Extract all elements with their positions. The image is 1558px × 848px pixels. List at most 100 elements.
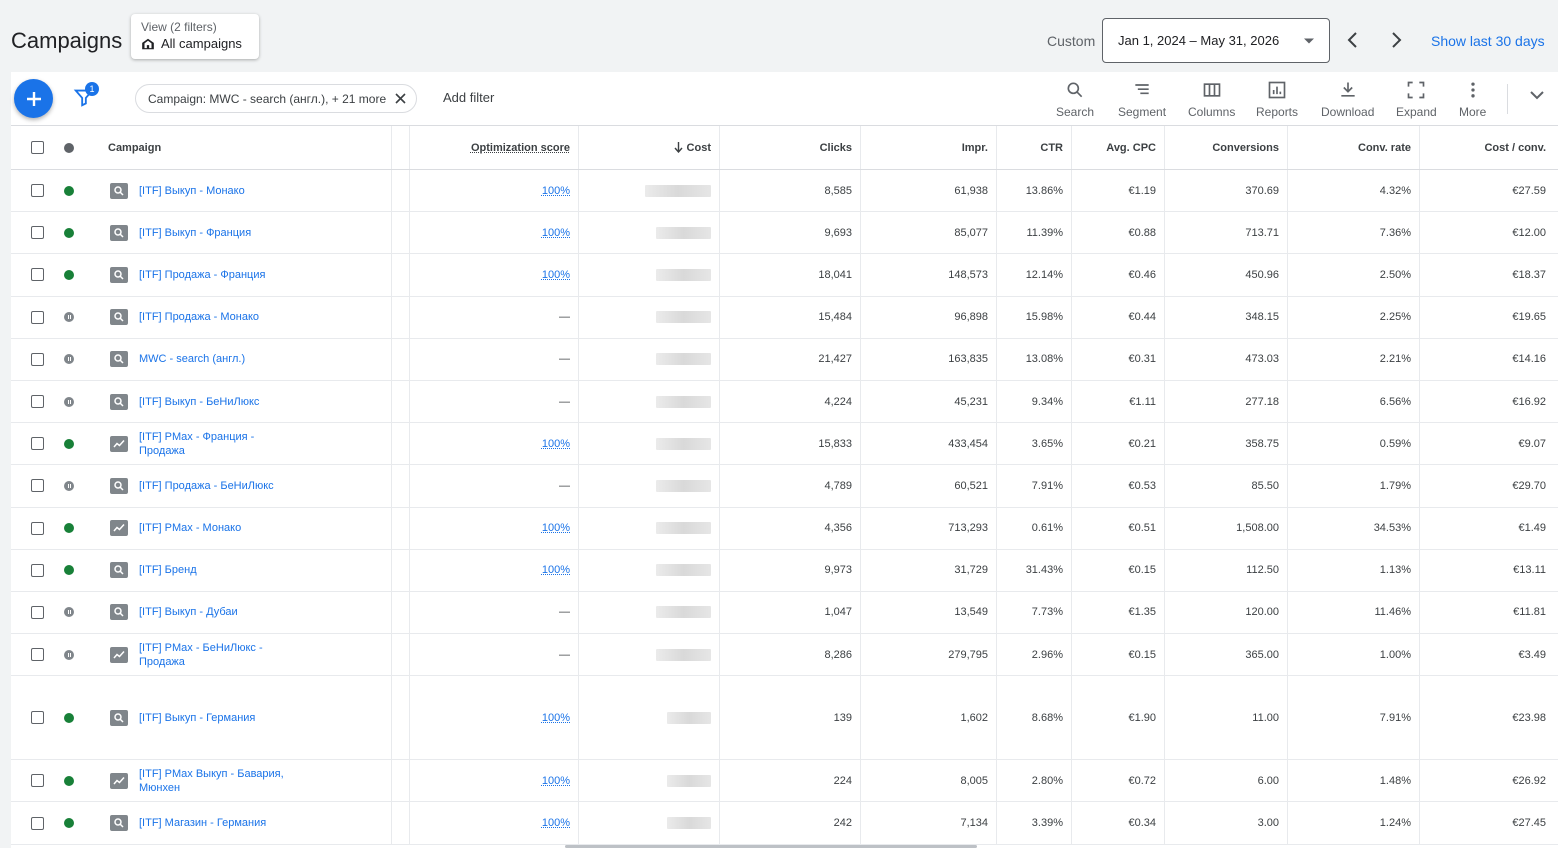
status-enabled-icon[interactable] [64,438,74,449]
table-row[interactable]: [ITF] Выкуп - БеНиЛюкс — 4,224 45,231 9.34% €… [11,380,1558,424]
optimization-score[interactable]: 100% [542,522,570,534]
row-checkbox[interactable] [31,395,44,409]
conversions-cell: 365.00 [1245,648,1279,661]
campaign-name-link[interactable]: [ITF] PMax - БеНиЛюкс - Продажа [139,641,289,669]
header-avg-cpc[interactable]: Avg. CPC [1071,126,1164,169]
row-checkbox[interactable] [31,310,44,324]
table-row[interactable]: [ITF] Бренд 100% 9,973 31,729 31.43% €0.15 112… [11,549,1558,592]
campaign-name-link[interactable]: [ITF] Продажа - Франция [139,268,289,282]
campaign-name-link[interactable]: [ITF] Выкуп - Франция [139,226,289,240]
campaign-name-link[interactable]: [ITF] Продажа - БеНиЛюкс [139,479,289,493]
campaign-name-link[interactable]: [ITF] Выкуп - Германия [139,711,289,725]
campaign-name-link[interactable]: [ITF] PMax - Монако [139,521,289,535]
status-paused-icon[interactable] [64,396,74,407]
header-optimization-score[interactable]: Optimization score [471,142,570,154]
status-enabled-icon[interactable] [64,185,74,196]
close-icon[interactable] [395,93,406,104]
optimization-score[interactable]: 100% [542,564,570,576]
optimization-score[interactable]: 100% [542,817,570,829]
optimization-score[interactable]: 100% [542,227,570,239]
show-last-30-days-link[interactable]: Show last 30 days [1431,33,1545,49]
row-checkbox[interactable] [31,816,44,830]
row-checkbox[interactable] [31,563,44,577]
status-paused-icon[interactable] [64,480,74,491]
status-enabled-icon[interactable] [64,523,74,534]
table-row[interactable]: [ITF] PMax - БеНиЛюкс - Продажа — 8,286 279… [11,634,1558,677]
campaign-name-link[interactable]: [ITF] Магазин - Германия [139,816,289,830]
next-period-button[interactable] [1385,28,1409,52]
row-checkbox[interactable] [31,648,44,662]
status-enabled-icon[interactable] [64,712,74,723]
table-row[interactable]: [ITF] PMax Выкуп - Бавария, Мюнхен 100% 22… [11,760,1558,803]
status-enabled-icon[interactable] [64,227,74,238]
campaign-name-link[interactable]: [ITF] Выкуп - Монако [139,184,289,198]
row-checkbox[interactable] [31,226,44,240]
columns-tool-button[interactable]: Columns [1188,80,1235,119]
campaign-name-link[interactable]: [ITF] Выкуп - Дубаи [139,605,289,619]
optimization-score[interactable]: 100% [542,712,570,724]
header-cost-per-conv[interactable]: Cost / conv. [1419,126,1554,169]
campaign-name-link[interactable]: [ITF] Выкуп - БеНиЛюкс [139,395,289,409]
download-tool-button[interactable]: Download [1321,80,1374,119]
table-row[interactable]: [ITF] PMax - Монако 100% 4,356 713,293 0.61%… [11,507,1558,550]
table-row[interactable]: [ITF] PMax - Франция - Продажа 100% 15,833… [11,423,1558,466]
status-enabled-icon[interactable] [64,565,74,576]
segment-tool-button[interactable]: Segment [1118,80,1166,119]
reports-tool-button[interactable]: Reports [1256,80,1298,119]
campaign-name-link[interactable]: MWC - search (англ.) [139,352,289,366]
row-checkbox[interactable] [31,774,44,788]
table-row[interactable]: [ITF] Выкуп - Германия 100% 139 1,602 8.68% €… [11,676,1558,761]
header-ctr[interactable]: CTR [996,126,1071,169]
prev-period-button[interactable] [1340,28,1364,52]
select-all-checkbox[interactable] [31,141,44,154]
redacted-cost [667,774,711,787]
status-enabled-icon[interactable] [64,818,74,829]
date-range-picker[interactable]: Jan 1, 2024 – May 31, 2026 [1102,18,1330,63]
row-checkbox[interactable] [31,711,44,725]
row-checkbox[interactable] [31,521,44,535]
status-paused-icon[interactable] [64,312,74,323]
header-impr[interactable]: Impr. [860,126,996,169]
row-checkbox[interactable] [31,479,44,493]
row-checkbox[interactable] [31,437,44,451]
expand-tool-button[interactable]: Expand [1396,80,1437,119]
campaign-name-link[interactable]: [ITF] Бренд [139,563,289,577]
more-tool-button[interactable]: More [1459,80,1486,119]
row-checkbox[interactable] [31,268,44,282]
status-enabled-icon[interactable] [64,775,74,786]
status-paused-icon[interactable] [64,607,74,618]
table-row[interactable]: [ITF] Продажа - Франция 100% 18,041 148,573… [11,254,1558,297]
status-paused-icon[interactable] [64,354,74,365]
optimization-score[interactable]: 100% [542,438,570,450]
table-row[interactable]: [ITF] Выкуп - Монако 100% 8,585 61,938 13.86… [11,170,1558,213]
campaign-name-link[interactable]: [ITF] PMax - Франция - Продажа [139,430,289,458]
redacted-cost [656,353,711,366]
row-checkbox[interactable] [31,184,44,198]
optimization-score[interactable]: 100% [542,185,570,197]
header-conversions[interactable]: Conversions [1164,126,1287,169]
optimization-score[interactable]: 100% [542,775,570,787]
campaign-name-link[interactable]: [ITF] Продажа - Монако [139,310,289,324]
view-selector[interactable]: View (2 filters) All campaigns [131,14,259,59]
status-enabled-icon[interactable] [64,269,74,280]
row-checkbox[interactable] [31,352,44,366]
table-row[interactable]: [ITF] Выкуп - Дубаи — 1,047 13,549 7.73% €1.3… [11,591,1558,635]
search-tool-button[interactable]: Search [1056,80,1094,119]
table-row[interactable]: [ITF] Выкуп - Франция 100% 9,693 85,077 11.3… [11,212,1558,255]
optimization-score[interactable]: 100% [542,269,570,281]
header-conv-rate[interactable]: Conv. rate [1287,126,1419,169]
add-campaign-button[interactable] [14,79,53,118]
campaign-name-link[interactable]: [ITF] PMax Выкуп - Бавария, Мюнхен [139,767,289,795]
add-filter-button[interactable]: Add filter [443,90,494,105]
table-row[interactable]: [ITF] Магазин - Германия 100% 242 7,134 3.39… [11,802,1558,845]
status-paused-icon[interactable] [64,649,74,660]
chevron-down-icon[interactable] [1530,90,1544,100]
table-row[interactable]: [ITF] Продажа - Монако — 15,484 96,898 15.98… [11,296,1558,339]
table-row[interactable]: MWC - search (англ.) — 21,427 163,835 13.08%… [11,338,1558,381]
filter-chip[interactable]: Campaign: MWC - search (англ.), + 21 mor… [135,84,417,113]
header-clicks[interactable]: Clicks [719,126,860,169]
row-checkbox[interactable] [31,605,44,619]
table-row[interactable]: [ITF] Продажа - БеНиЛюкс — 4,789 60,521 7.91… [11,465,1558,508]
header-campaign[interactable]: Campaign [108,126,388,169]
header-cost[interactable]: Cost [578,126,719,169]
